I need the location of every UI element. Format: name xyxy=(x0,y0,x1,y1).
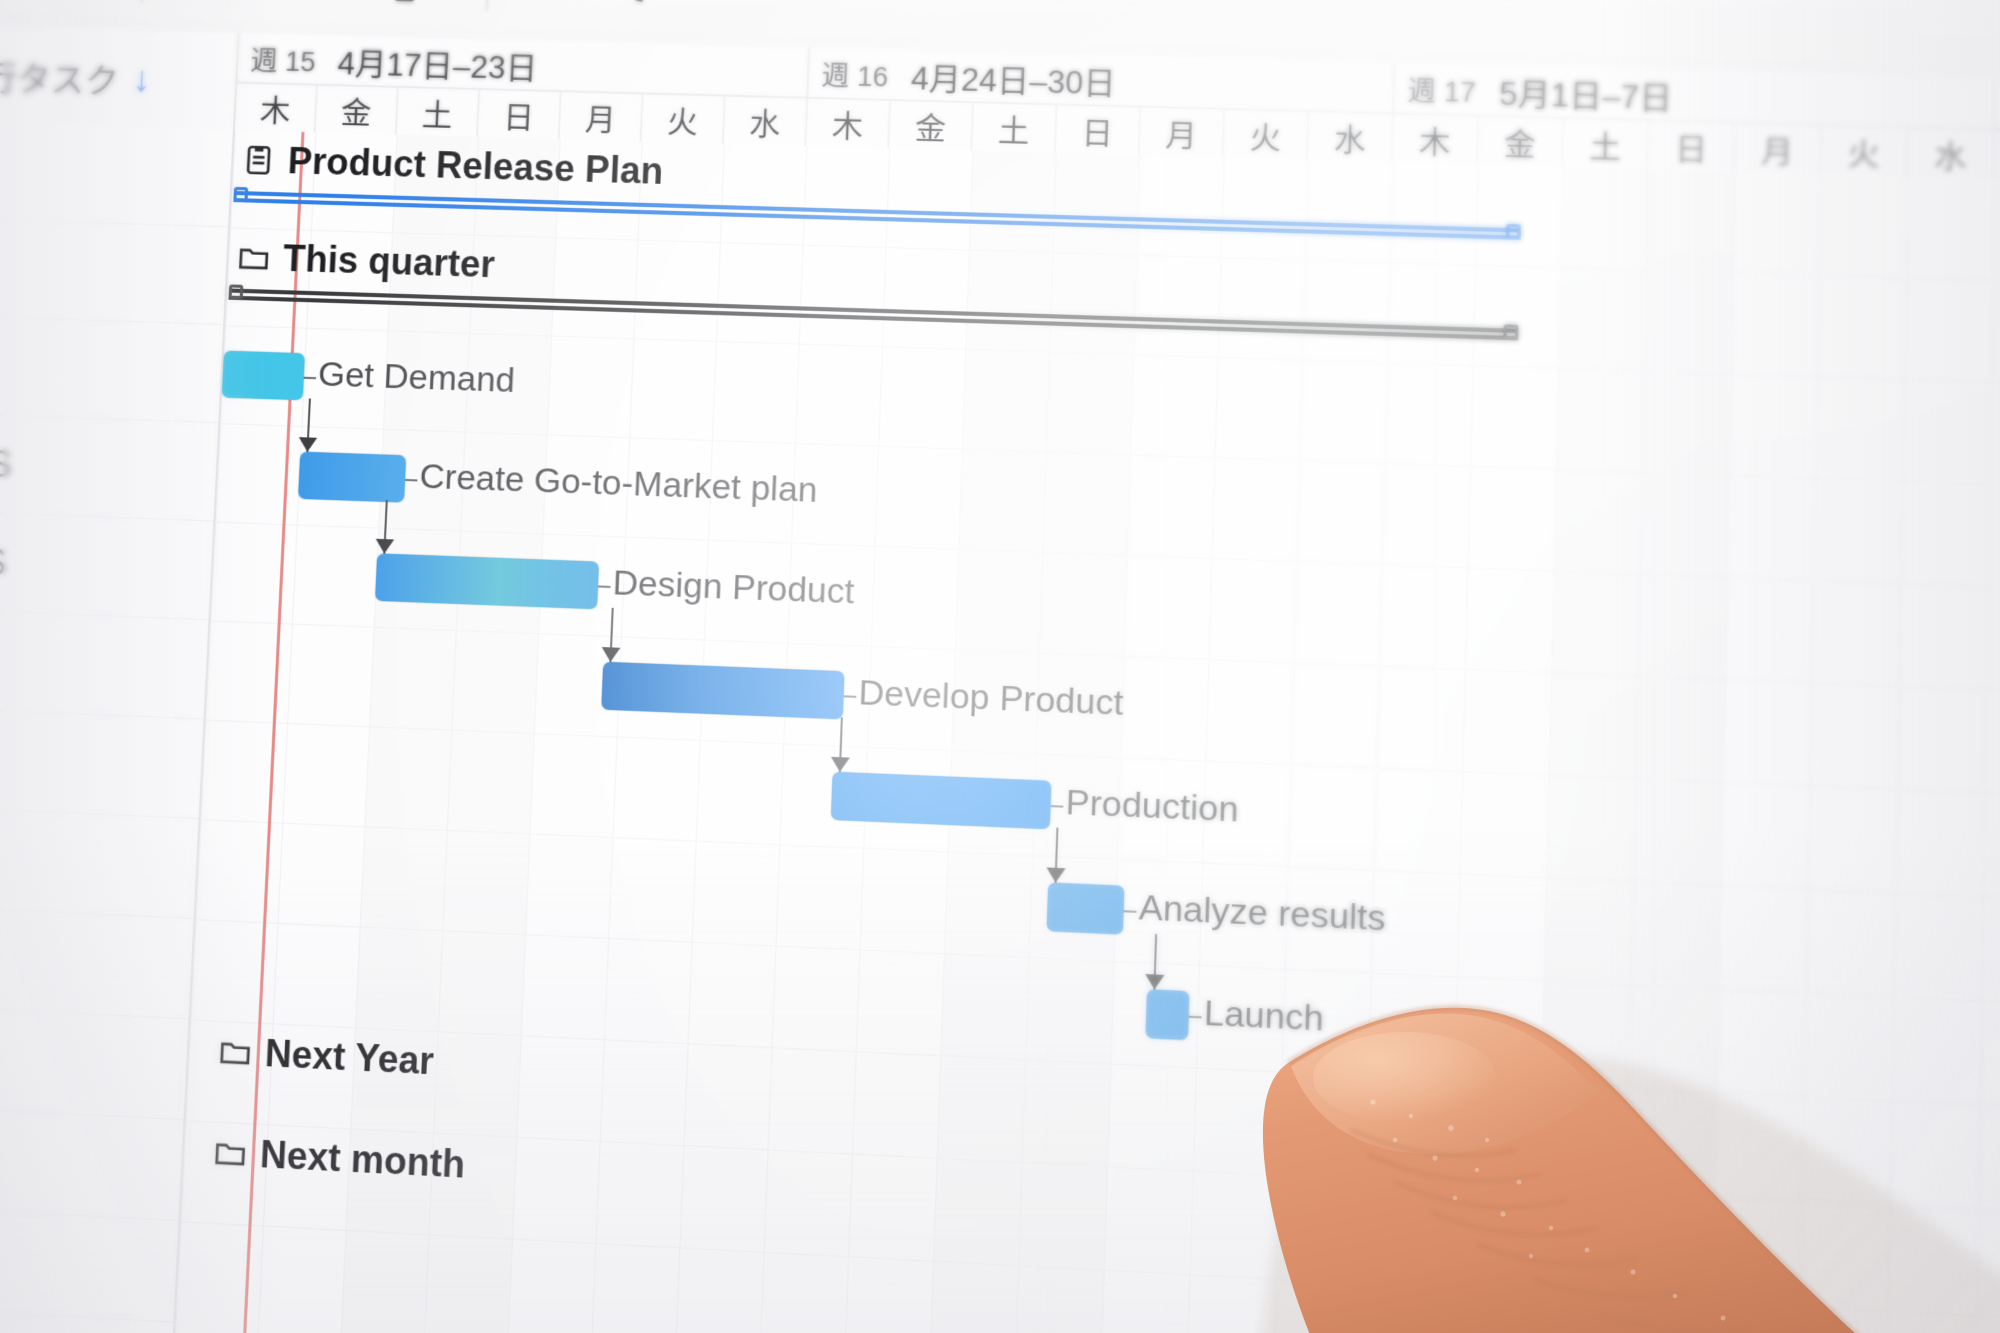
week-number-label: 週 17 xyxy=(1407,74,1477,108)
project-title[interactable]: Product Release Plan xyxy=(240,138,664,193)
timeline-day-cell: 火 xyxy=(641,94,726,144)
task-label[interactable]: Get Demand xyxy=(317,355,516,402)
task-bar[interactable] xyxy=(1046,882,1125,935)
group-label-text: This quarter xyxy=(282,237,496,286)
task-label[interactable]: Create Go-to-Market plan xyxy=(419,457,819,511)
timeline-day-cell: 金 xyxy=(315,85,399,135)
timeline-day-cell: 月 xyxy=(1734,123,1822,175)
task-bar[interactable] xyxy=(221,350,305,401)
predecessor-cell[interactable]: 4FS xyxy=(0,510,214,621)
timeline-day-cell: 木 xyxy=(234,83,318,133)
task-label-connector xyxy=(405,478,418,482)
timeline-day-cell: 金 xyxy=(889,101,975,151)
week-range-label: 4月17日–23日 xyxy=(336,45,538,86)
summary-bar-end-cap xyxy=(1503,324,1519,340)
predecessor-cell-empty[interactable] xyxy=(0,315,224,424)
task-alert-icon[interactable] xyxy=(269,0,347,21)
task-label[interactable]: Design Product xyxy=(612,563,855,613)
task-bar[interactable] xyxy=(601,661,845,720)
week-range-label: 4月24日–30日 xyxy=(910,60,1117,102)
summary-bar-end-cap xyxy=(1505,223,1522,239)
new-task-icon[interactable] xyxy=(178,0,256,18)
timeline-day-cell: 水 xyxy=(723,96,809,146)
indent-task-icon[interactable] xyxy=(359,0,437,23)
toolbar-divider-1 xyxy=(140,0,146,3)
task-label[interactable]: Launch xyxy=(1203,993,1324,1040)
task-bar[interactable] xyxy=(297,451,407,503)
timeline-day-cell: 土 xyxy=(1563,118,1650,170)
predecessor-cell-empty[interactable] xyxy=(0,218,229,326)
undo-icon[interactable] xyxy=(516,0,595,27)
task-label-connector xyxy=(598,585,611,588)
sort-descending-icon[interactable]: ↓ xyxy=(132,58,152,100)
predecessor-cell[interactable]: 7FS xyxy=(0,805,199,919)
group-label-text: Next month xyxy=(259,1132,466,1187)
timeline-day-cell: 水 xyxy=(1907,128,1996,179)
timeline-day-cell: 土 xyxy=(972,103,1058,153)
task-label-connector xyxy=(1050,805,1064,808)
project-summary-bar[interactable] xyxy=(233,186,1522,239)
week-number-label: 週 16 xyxy=(820,59,889,93)
group-label-text: Product Release Plan xyxy=(286,139,664,193)
task-bar[interactable] xyxy=(374,553,600,610)
task-label-connector xyxy=(1123,910,1137,913)
task-label[interactable]: Develop Product xyxy=(858,673,1124,725)
redo-icon[interactable] xyxy=(607,0,686,29)
task-bar[interactable] xyxy=(830,771,1052,830)
predecessor-cell[interactable]: 8FS xyxy=(0,905,194,1020)
timeline-day-cell: 木 xyxy=(806,98,891,149)
timeline-day-cell: 火 xyxy=(1223,109,1310,160)
timeline-day-cell: 土 xyxy=(396,87,481,137)
timeline-day-cell: 月 xyxy=(559,92,644,142)
group-label-text: Next Year xyxy=(264,1031,435,1083)
timeline-day-cell: 日 xyxy=(1648,121,1736,172)
screen-photo: りたたむ xyxy=(0,0,2000,1333)
week-range-label: 5月1日–7日 xyxy=(1498,75,1673,117)
summary-bar-start-cap xyxy=(228,284,244,300)
task-label[interactable]: Production xyxy=(1065,782,1239,831)
timeline-day-cell: 日 xyxy=(1055,105,1142,156)
group-row-label[interactable]: This quarter xyxy=(236,236,496,287)
predecessor-cell[interactable]: 6FS xyxy=(0,707,204,820)
task-label[interactable]: Analyze results xyxy=(1138,887,1386,940)
predecessor-cell-empty[interactable] xyxy=(0,1205,179,1323)
group-row-label[interactable]: Next month xyxy=(212,1130,466,1187)
week-number-label: 週 15 xyxy=(249,45,317,78)
predecessor-cell-empty[interactable] xyxy=(0,1104,184,1222)
gantt-chart-canvas[interactable]: Product Release Plan This quarter Get Dem… xyxy=(169,130,2000,1333)
timeline-day-cell: 火 xyxy=(1821,125,1909,177)
task-label-connector xyxy=(843,695,857,698)
predecessor-cell[interactable]: 3FS xyxy=(0,412,219,522)
predecessor-column-label: 先行タスク xyxy=(0,58,120,102)
timeline-day-cell: 水 xyxy=(1308,112,1395,163)
folder-icon xyxy=(212,1134,249,1172)
predecessor-cell-empty[interactable] xyxy=(0,121,233,228)
summary-bar-line xyxy=(228,288,1519,334)
task-bar[interactable] xyxy=(1145,989,1190,1041)
folder-icon xyxy=(236,240,272,276)
folder-icon xyxy=(217,1033,254,1070)
timeline-day-cell: 金 xyxy=(1477,116,1565,167)
predecessor-cell[interactable]: 5FS xyxy=(0,608,209,720)
summary-bar-start-cap xyxy=(233,186,249,202)
perspective-stage: りたたむ xyxy=(0,0,2000,1333)
timeline-day-cell: 日 xyxy=(478,90,562,140)
predecessor-cell-empty[interactable] xyxy=(0,1004,189,1121)
group-row-label[interactable]: Next Year xyxy=(217,1029,435,1084)
timeline-day-cell: 木 xyxy=(1994,130,2000,182)
toolbar-divider-2 xyxy=(485,0,490,12)
clipboard-icon xyxy=(241,142,277,177)
timeline-day-cell: 月 xyxy=(1139,107,1226,158)
gantt-app-window: りたたむ xyxy=(0,0,2000,1333)
predecessor-column-header[interactable]: 先行タスク ↓ xyxy=(0,25,240,131)
summary-bar-line xyxy=(233,190,1521,233)
timeline-day-cell: 木 xyxy=(1392,114,1480,165)
task-label-connector xyxy=(1188,1015,1202,1019)
task-label-connector xyxy=(303,376,317,380)
